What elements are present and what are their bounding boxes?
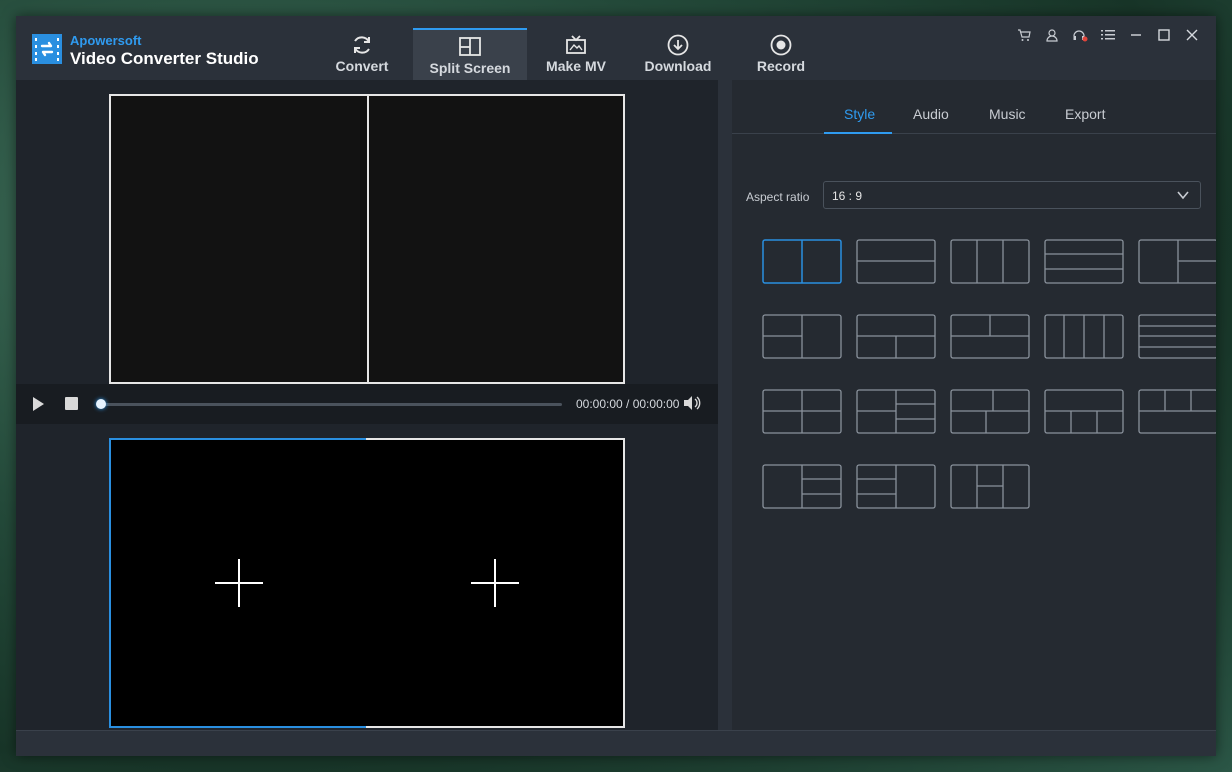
title-bar: Apowersoft Video Converter Studio Conver… <box>16 16 1216 80</box>
maximize-icon[interactable] <box>1150 24 1178 46</box>
layout-template-2[interactable] <box>856 239 936 284</box>
split-cell-2[interactable] <box>366 438 625 728</box>
add-video-icon[interactable] <box>214 559 263 607</box>
status-bar <box>16 730 1216 756</box>
layout-template-1[interactable] <box>762 239 842 284</box>
time-readout: 00:00:00 / 00:00:00 <box>576 397 680 411</box>
layout-template-6[interactable] <box>762 314 842 359</box>
nav-split-screen-label: Split Screen <box>429 60 511 76</box>
chevron-down-icon <box>1176 188 1190 207</box>
tab-export[interactable]: Export <box>1065 106 1105 122</box>
minimize-icon[interactable] <box>1122 24 1150 46</box>
aspect-ratio-select[interactable]: 16 : 9 <box>823 181 1201 209</box>
nav-split-screen[interactable]: Split Screen <box>413 28 527 80</box>
split-cell-1[interactable] <box>109 438 368 728</box>
nav-download[interactable]: Download <box>636 28 720 80</box>
stop-icon[interactable] <box>65 397 78 410</box>
layout-template-18[interactable] <box>950 464 1030 509</box>
panel-tabs: Style Audio Music Export <box>732 80 1216 134</box>
window-controls <box>1010 24 1206 46</box>
aspect-ratio-value: 16 : 9 <box>832 189 863 203</box>
nav-convert[interactable]: Convert <box>322 28 402 80</box>
layout-template-10[interactable] <box>1138 314 1216 359</box>
layout-template-5[interactable] <box>1138 239 1216 284</box>
preview-right-pane <box>369 96 623 382</box>
video-preview <box>109 94 625 384</box>
volume-icon[interactable] <box>683 395 701 416</box>
menu-icon[interactable] <box>1094 24 1122 46</box>
layout-template-3[interactable] <box>950 239 1030 284</box>
settings-panel: Style Audio Music Export Aspect ratio 16… <box>732 80 1216 730</box>
layout-template-4[interactable] <box>1044 239 1124 284</box>
layout-template-14[interactable] <box>1044 389 1124 434</box>
progress-handle[interactable] <box>96 399 106 409</box>
nav-convert-label: Convert <box>335 58 389 74</box>
app-window: Apowersoft Video Converter Studio Conver… <box>16 16 1216 756</box>
layout-template-7[interactable] <box>856 314 936 359</box>
preview-area: 00:00:00 / 00:00:00 <box>16 80 718 730</box>
brand-name: Apowersoft <box>70 33 142 48</box>
nav-make-mv-label: Make MV <box>546 58 606 74</box>
nav-record-label: Record <box>756 58 806 74</box>
layout-template-8[interactable] <box>950 314 1030 359</box>
panel-divider <box>718 80 732 730</box>
app-logo-icon <box>32 34 62 64</box>
play-icon[interactable] <box>30 396 46 412</box>
split-editor <box>16 438 718 730</box>
close-icon[interactable] <box>1178 24 1206 46</box>
layout-template-9[interactable] <box>1044 314 1124 359</box>
tab-audio[interactable]: Audio <box>913 106 949 122</box>
nav-make-mv[interactable]: Make MV <box>536 28 616 80</box>
layout-template-12[interactable] <box>856 389 936 434</box>
active-tab-indicator <box>824 132 892 134</box>
user-icon[interactable] <box>1038 24 1066 46</box>
progress-track[interactable] <box>100 403 562 406</box>
tab-music[interactable]: Music <box>989 106 1026 122</box>
refresh-icon <box>350 32 374 58</box>
layout-template-15[interactable] <box>1138 389 1216 434</box>
aspect-ratio-label: Aspect ratio <box>746 190 810 204</box>
layout-template-17[interactable] <box>856 464 936 509</box>
layout-template-11[interactable] <box>762 389 842 434</box>
player-controls: 00:00:00 / 00:00:00 <box>16 384 718 424</box>
record-icon <box>769 32 793 58</box>
tv-icon <box>564 32 588 58</box>
tab-style[interactable]: Style <box>844 106 875 122</box>
app-title: Video Converter Studio <box>70 49 259 68</box>
preview-left-pane <box>111 96 367 382</box>
layout-template-16[interactable] <box>762 464 842 509</box>
layout-icon <box>458 34 482 60</box>
download-icon <box>666 32 690 58</box>
nav-record[interactable]: Record <box>741 28 821 80</box>
support-icon[interactable] <box>1066 24 1094 46</box>
nav-download-label: Download <box>644 58 712 74</box>
cart-icon[interactable] <box>1010 24 1038 46</box>
add-video-icon[interactable] <box>470 559 519 607</box>
layout-template-13[interactable] <box>950 389 1030 434</box>
